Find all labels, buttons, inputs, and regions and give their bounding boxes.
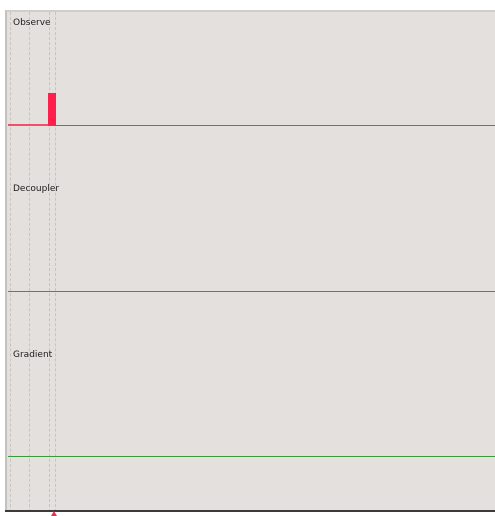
observe-pulse-baseline [8,124,48,126]
gradient-track-baseline [8,456,495,457]
cursor-marker-icon[interactable] [51,511,57,516]
time-guide [55,12,56,512]
observe-pulse[interactable] [48,93,56,126]
time-axis [5,510,495,512]
time-guide [29,12,30,512]
pulse-sequence-window: Observe Decoupler Gradient [0,0,495,516]
track-label-decoupler: Decoupler [13,184,60,194]
track-label-observe: Observe [13,18,51,28]
observe-track-baseline [56,125,495,126]
time-guide [49,12,50,512]
pulse-sequence-plot: Observe Decoupler Gradient [5,10,495,512]
time-guide [10,12,11,512]
track-label-gradient: Gradient [13,350,53,360]
decoupler-track-baseline [8,291,495,292]
